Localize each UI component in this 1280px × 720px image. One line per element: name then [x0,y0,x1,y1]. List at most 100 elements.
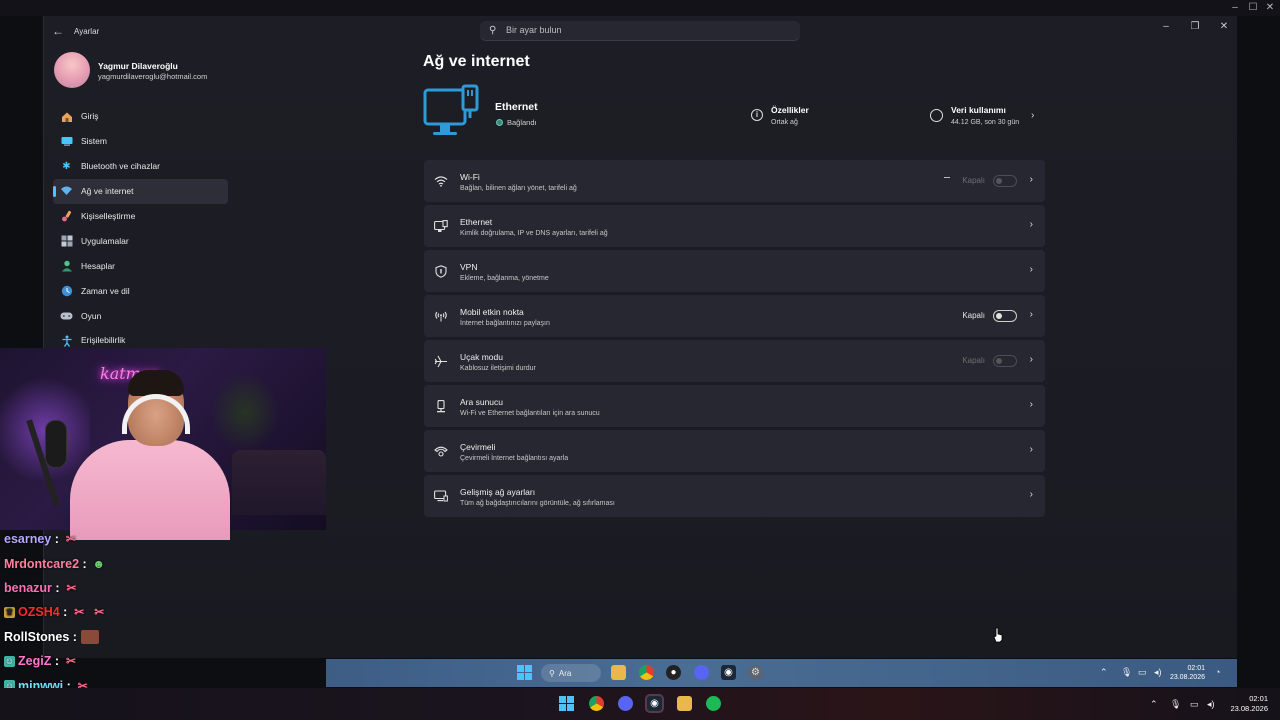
chevron-right-icon[interactable]: › [1030,399,1033,410]
chat-username: esarney [4,532,52,547]
row-subtitle: Tüm ağ bağdaştırıcılarını görüntüle, ağ … [460,500,615,507]
toggle-label: Kapalı [962,311,985,320]
sidebar-item-accounts[interactable]: Hesaplar [53,253,228,278]
host-maximize-icon[interactable]: ☐ [1246,2,1260,13]
microphone-tray-icon[interactable]: 🎙 [1121,667,1132,678]
brush-icon [60,210,73,223]
chevron-right-icon[interactable]: › [1031,110,1034,121]
info-icon[interactable]: i [751,109,763,121]
close-icon[interactable]: ✕ [1216,21,1232,32]
network-tray-icon[interactable]: ▭ [1138,667,1147,678]
row-wifi[interactable]: Wi-Fi Bağlan, bilinen ağları yönet, tari… [424,160,1045,202]
chevron-right-icon[interactable]: › [1030,219,1033,230]
sidebar-item-apps[interactable]: Uygulamalar [53,228,228,253]
row-title: Ara sunucu [460,397,503,407]
sidebar-item-bluetooth[interactable]: ✱ Bluetooth ve cihazlar [53,154,228,179]
chevron-up-icon[interactable]: ⌃ [1150,699,1158,710]
chat-line: ☺ ZegiZ : ✂ [4,649,304,673]
chevron-right-icon[interactable]: › [1030,264,1033,275]
chrome-icon[interactable] [639,665,654,680]
home-icon [60,110,73,123]
chevron-right-icon[interactable]: › [1030,309,1033,320]
wifi-icon [60,185,73,198]
sidebar-item-system[interactable]: Sistem [53,129,228,154]
row-advanced-network[interactable]: Gelişmiş ağ ayarları Tüm ağ bağdaştırıcı… [424,475,1045,517]
github-icon[interactable]: ● [666,665,681,680]
row-dialup[interactable]: Çevirmeli Çevirmeli İnternet bağlantısı … [424,430,1045,472]
volume-icon[interactable]: ◂) [1207,699,1215,710]
spotify-icon[interactable] [706,696,721,711]
discord-icon[interactable] [694,665,709,680]
gamepad-icon [60,309,73,322]
properties-sub: Ortak ağ [771,119,798,126]
minimize-icon[interactable]: – [1158,21,1174,32]
inner-clock[interactable]: 02:01 23.08.2026 [1170,664,1205,682]
taskbar-search[interactable]: ⚲ Ara [541,664,601,682]
row-ethernet[interactable]: Ethernet Kimlik doğrulama, IP ve DNS aya… [424,205,1045,247]
row-mobile-hotspot[interactable]: Mobil etkin nokta İnternet bağlantınızı … [424,295,1045,337]
sidebar-item-time-language[interactable]: Zaman ve dil [53,278,228,303]
chat-username: OZSH4 [18,605,60,620]
chat-username: benazur [4,580,52,595]
row-proxy[interactable]: Ara sunucu Wi-Fi ve Ethernet bağlantılar… [424,385,1045,427]
properties-title[interactable]: Özellikler [771,105,809,115]
wifi-toggle[interactable] [993,175,1017,187]
back-arrow-icon[interactable]: ← [52,24,64,38]
windows-start-icon[interactable] [517,665,532,680]
page-title: Ağ ve internet [423,53,530,70]
steam-icon[interactable]: ◉ [645,694,664,713]
avatar[interactable] [54,52,90,88]
sidebar-item-label: Ağ ve internet [81,186,134,197]
bluetooth-icon: ✱ [62,160,71,172]
file-explorer-icon[interactable] [677,696,692,711]
restore-icon[interactable]: ❐ [1187,21,1203,32]
network-tray-icon[interactable]: ▭ [1190,699,1199,710]
data-usage-title[interactable]: Veri kullanımı [951,105,1006,115]
airplane-icon [434,354,448,368]
chevron-right-icon[interactable]: › [1030,489,1033,500]
windows-start-icon[interactable] [559,696,574,711]
settings-gear-icon[interactable]: ⚙ [748,665,763,680]
sidebar-item-gaming[interactable]: Oyun [53,303,228,328]
sidebar-item-home[interactable]: Giriş [53,104,228,129]
data-usage-icon[interactable] [930,109,943,122]
search-input[interactable] [506,25,786,35]
chevron-right-icon[interactable]: › [1030,444,1033,455]
sidebar-item-personalization[interactable]: Kişiselleştirme [53,204,228,229]
chevron-right-icon[interactable]: › [1030,174,1033,185]
file-explorer-icon[interactable] [611,665,626,680]
host-close-icon[interactable]: ✕ [1263,2,1277,13]
outer-clock[interactable]: 02:01 23.08.2026 [1230,694,1268,714]
emote-icon: ✂ [66,580,77,595]
inner-date: 23.08.2026 [1169,674,1205,681]
volume-icon[interactable]: ◂) [1154,667,1162,678]
network-adapter-icon [434,489,448,503]
microphone-tray-icon[interactable]: 🎙 [1170,699,1181,710]
streamer-hair [128,370,184,396]
wifi-icon [434,174,448,188]
discord-icon[interactable] [618,696,633,711]
inner-time: 02:01 [1187,665,1205,672]
row-vpn[interactable]: VPN Ekleme, bağlanma, yönetme › [424,250,1045,292]
sidebar-nav: Giriş Sistem ✱ Bluetooth ve cihazlar Ağ … [53,104,228,353]
row-title: Uçak modu [460,352,503,362]
settings-search[interactable]: ⚲ [480,21,800,41]
row-subtitle: Wi-Fi ve Ethernet bağlantıları için ara … [460,410,600,417]
airplane-toggle[interactable] [993,355,1017,367]
notification-icon[interactable]: ◔ [1215,667,1220,677]
shield-icon [434,264,448,278]
row-title: Çevirmeli [460,442,496,452]
apps-icon [60,234,73,247]
row-subtitle: Çevirmeli İnternet bağlantısı ayarla [460,455,569,462]
ethernet-name: Ethernet [495,101,538,113]
row-title: Mobil etkin nokta [460,307,524,317]
row-airplane-mode[interactable]: Uçak modu Kablosuz iletişimi durdur Kapa… [424,340,1045,382]
sidebar-item-network[interactable]: Ağ ve internet [53,178,228,204]
chrome-icon[interactable] [589,696,604,711]
hotspot-toggle[interactable] [993,310,1017,322]
host-minimize-icon[interactable]: – [1228,2,1242,13]
chevron-right-icon[interactable]: › [1030,354,1033,365]
sidebar-item-label: Zaman ve dil [81,285,130,296]
chevron-up-icon[interactable]: ⌃ [1100,667,1108,678]
steam-icon[interactable]: ◉ [721,665,736,680]
